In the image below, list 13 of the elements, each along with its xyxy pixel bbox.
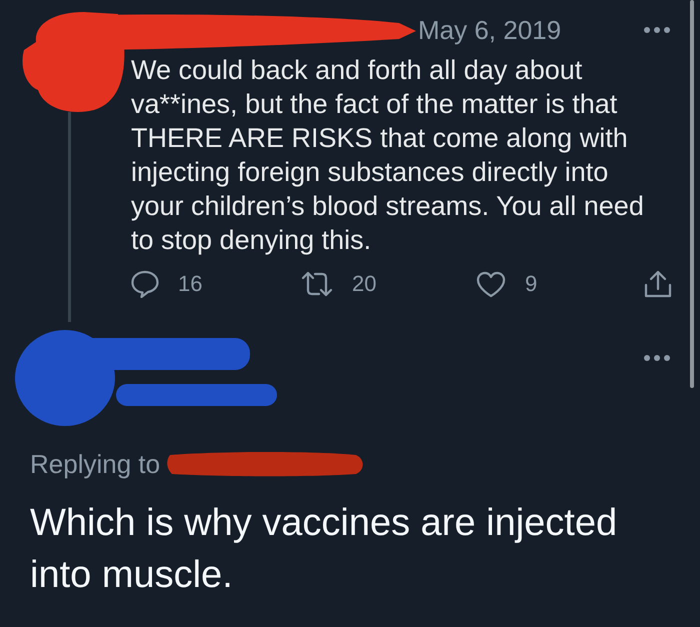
heart-icon[interactable] <box>476 270 506 298</box>
share-icon[interactable] <box>643 270 673 298</box>
retweet-icon[interactable] <box>301 271 333 297</box>
replying-to-label: Replying to <box>30 449 160 479</box>
reply-button[interactable]: 16 <box>131 270 202 298</box>
tweet-date[interactable]: May 6, 2019 <box>418 14 562 46</box>
tweet-text: Which is why vaccines are injected into muscle. <box>30 501 618 598</box>
more-icon[interactable] <box>644 355 670 361</box>
retweet-button[interactable]: 20 <box>301 270 376 298</box>
tweet-text: We could back and forth all day about va**ines, but the fact of the matter is that THERE ARE RISKS that come along with injecting foreign substances directly into your children’s blood streams. You all need to stop denying this. <box>131 54 645 257</box>
speech-bubble-icon[interactable] <box>131 270 159 298</box>
like-button[interactable]: 9 <box>476 270 538 298</box>
more-icon[interactable] <box>644 27 670 33</box>
